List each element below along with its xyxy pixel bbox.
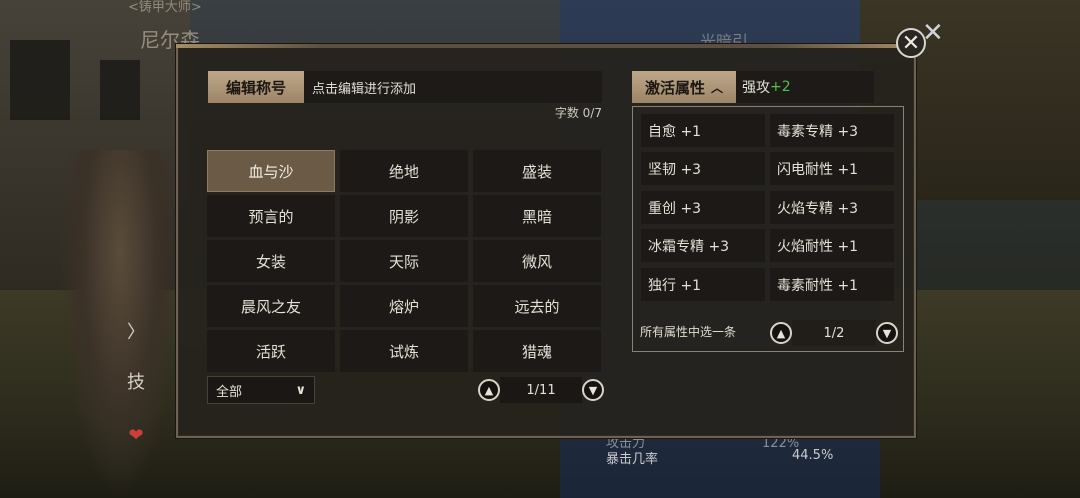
title-option[interactable]: 黑暗	[473, 195, 601, 237]
attribute-option[interactable]: 火焰耐性 +1	[770, 229, 894, 262]
attribute-page-indicator: 1/2	[792, 320, 876, 346]
activate-value-text: 强攻	[742, 80, 770, 96]
attribute-option[interactable]: 闪电耐性 +1	[770, 152, 894, 185]
title-option[interactable]: 微风	[473, 240, 601, 282]
attribute-option[interactable]: 坚韧 +3	[641, 152, 765, 185]
title-pager: ▲ 1/11 ▼	[478, 377, 604, 403]
attribute-option[interactable]: 冰霜专精 +3	[641, 229, 765, 262]
title-option[interactable]: 猎魂	[473, 330, 601, 372]
side-skill-button[interactable]: 技	[118, 366, 154, 396]
page-down-icon[interactable]: ▼	[582, 379, 604, 401]
title-option[interactable]: 晨风之友	[207, 285, 335, 327]
activate-attributes-toggle[interactable]: 激活属性 ︿	[632, 71, 736, 103]
edit-title-label: 编辑称号	[208, 71, 304, 103]
title-option[interactable]: 绝地	[340, 150, 468, 192]
attr-page-down-icon[interactable]: ▼	[876, 322, 898, 344]
activate-value-bonus: +2	[770, 79, 791, 95]
filter-dropdown[interactable]: 全部 ∨	[207, 376, 315, 404]
npc-title-text: <铸甲大师>	[128, 0, 202, 15]
attr-page-up-icon[interactable]: ▲	[770, 322, 792, 344]
attribute-option[interactable]: 毒素专精 +3	[770, 114, 894, 147]
title-option[interactable]: 血与沙	[207, 150, 335, 192]
title-option[interactable]: 阴影	[340, 195, 468, 237]
attribute-hint: 所有属性中选一条	[640, 325, 737, 339]
attribute-option[interactable]: 重创 +3	[641, 191, 765, 224]
title-option[interactable]: 活跃	[207, 330, 335, 372]
close-icon[interactable]: ✕	[896, 28, 926, 58]
activate-attributes-value: 强攻 +2	[736, 71, 874, 103]
title-option[interactable]: 女装	[207, 240, 335, 282]
title-option[interactable]: 天际	[340, 240, 468, 282]
bg-stat-crit-value: 44.5%	[792, 448, 834, 463]
title-option[interactable]: 预言的	[207, 195, 335, 237]
chevron-down-icon: ∨	[295, 382, 306, 398]
bg-stat-crit-label: 暴击几率	[606, 452, 659, 467]
attribute-option[interactable]: 独行 +1	[641, 268, 765, 301]
page-up-icon[interactable]: ▲	[478, 379, 500, 401]
title-option[interactable]: 熔炉	[340, 285, 468, 327]
title-option[interactable]: 远去的	[473, 285, 601, 327]
side-heart-button[interactable]: ❤	[118, 420, 154, 450]
side-arrow-button[interactable]: 〉	[118, 316, 154, 346]
char-count: 字数 0/7	[554, 106, 602, 120]
attribute-pager: ▲ 1/2 ▼	[770, 320, 898, 346]
title-input[interactable]: 点击编辑进行添加	[304, 71, 602, 103]
title-page-indicator: 1/11	[500, 377, 582, 403]
title-option[interactable]: 盛装	[473, 150, 601, 192]
attribute-option[interactable]: 自愈 +1	[641, 114, 765, 147]
chevron-up-icon: ︿	[711, 80, 724, 95]
attribute-option[interactable]: 火焰专精 +3	[770, 191, 894, 224]
attribute-option[interactable]: 毒素耐性 +1	[770, 268, 894, 301]
filter-value: 全部	[216, 384, 243, 400]
activate-attributes-label: 激活属性	[644, 78, 705, 97]
title-option[interactable]: 试炼	[340, 330, 468, 372]
